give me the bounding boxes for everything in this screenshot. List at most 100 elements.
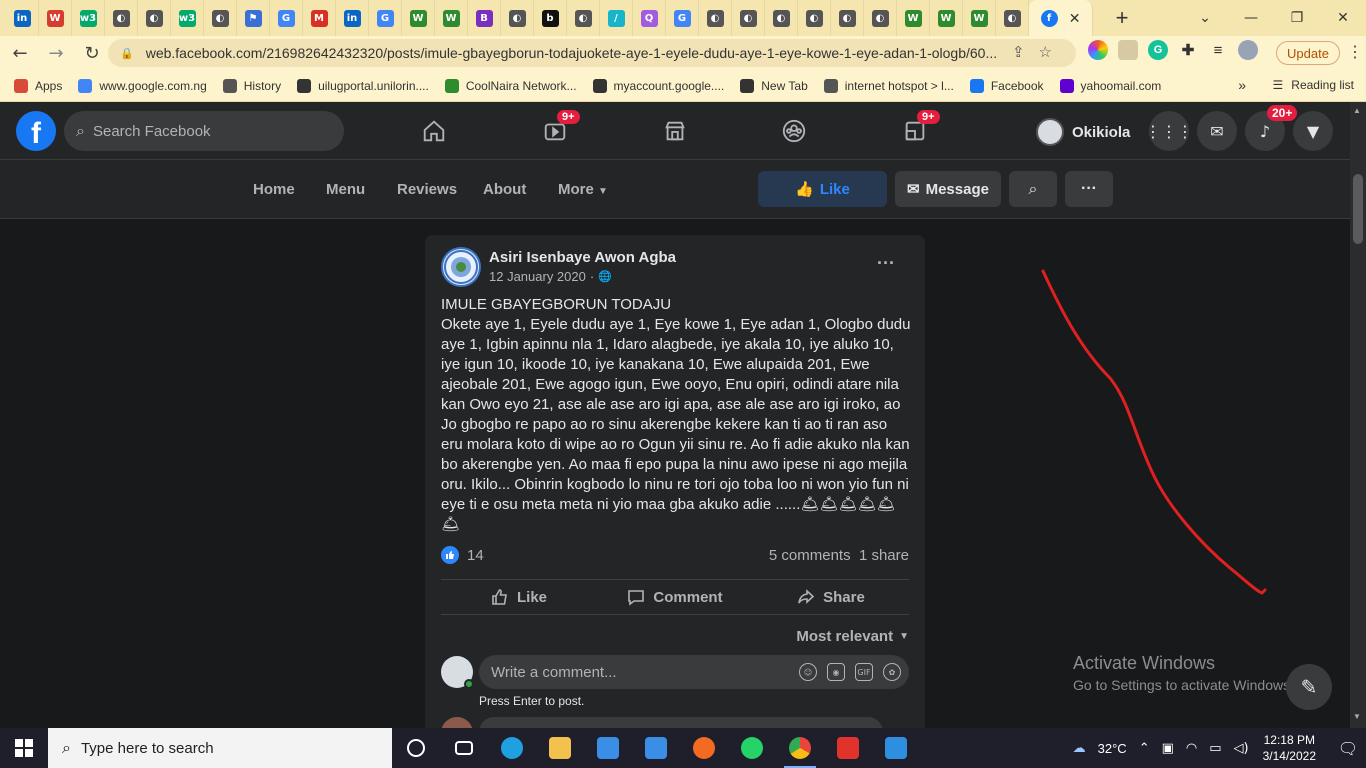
taskbar-app[interactable] [680, 728, 728, 768]
taskbar-app[interactable] [392, 728, 440, 768]
browser-tab[interactable]: W [897, 0, 930, 36]
browser-tab[interactable]: M [303, 0, 336, 36]
browser-tab[interactable]: W [930, 0, 963, 36]
grammarly-extension-icon[interactable]: G [1148, 40, 1168, 60]
facebook-search[interactable]: ⌕ [64, 111, 344, 151]
browser-tab[interactable]: B [468, 0, 501, 36]
shield-extension-icon[interactable] [1118, 40, 1138, 60]
emoji-icon[interactable]: ☺ [799, 663, 817, 681]
browser-tab[interactable]: w3 [171, 0, 204, 36]
action-center-icon[interactable]: 🗨 [1330, 739, 1366, 758]
comment-box[interactable]: ☺ ◉ GIF ✿ [479, 655, 909, 689]
browser-tab[interactable]: ◐ [996, 0, 1029, 36]
post-author[interactable]: Asiri Isenbaye Awon Agba [489, 249, 676, 266]
lock-icon[interactable]: 🔒 [120, 47, 134, 60]
page-avatar[interactable] [441, 247, 481, 287]
browser-tab[interactable]: W [402, 0, 435, 36]
post-options-icon[interactable]: ··· [877, 253, 895, 274]
comment-sort-dropdown[interactable]: Most relevant ▼ [796, 628, 909, 645]
browser-tab[interactable]: ◐ [204, 0, 237, 36]
browser-tab[interactable]: ◐ [105, 0, 138, 36]
bookmark-item[interactable]: internet hotspot > l... [823, 78, 954, 93]
url-text[interactable]: web.facebook.com/216982642432320/posts/i… [146, 45, 1026, 61]
restore-button[interactable]: ❐ [1274, 0, 1320, 36]
facebook-logo-icon[interactable]: f [16, 111, 56, 151]
tab-menu[interactable]: Menu [326, 181, 365, 198]
like-post-button[interactable]: Like [441, 580, 597, 614]
browser-tab[interactable]: ◐ [501, 0, 534, 36]
minimize-button[interactable]: — [1228, 0, 1274, 36]
browser-tab[interactable]: ◐ [798, 0, 831, 36]
browser-tab[interactable]: w3 [72, 0, 105, 36]
browser-tab[interactable]: ◐ [138, 0, 171, 36]
clock[interactable]: 12:18 PM 3/14/2022 [1263, 732, 1316, 764]
browser-tab[interactable]: b [534, 0, 567, 36]
gaming-nav-icon[interactable]: 9+ [895, 110, 940, 147]
like-page-button[interactable]: 👍 Like [758, 171, 887, 207]
profile-chip[interactable]: Okikiola [1036, 114, 1140, 150]
share-post-button[interactable]: Share [753, 580, 909, 614]
page-scrollbar[interactable]: ▲ ▼ [1350, 102, 1366, 728]
shares-count[interactable]: 1 share [859, 547, 909, 564]
taskbar-app[interactable] [632, 728, 680, 768]
facebook-search-input[interactable] [92, 122, 313, 140]
profile-avatar-icon[interactable] [1238, 40, 1258, 60]
message-page-button[interactable]: ✉ Message [895, 171, 1001, 207]
tab-search-dropdown[interactable]: ⌄ [1182, 0, 1228, 36]
close-window-button[interactable]: ✕ [1320, 0, 1366, 36]
post-date[interactable]: 12 January 2020 [489, 269, 586, 284]
notifications-bell-icon[interactable]: ♪ 20+ [1245, 105, 1298, 151]
new-message-compose-icon[interactable]: ✎ [1286, 664, 1332, 710]
tab-more[interactable]: More ▼ [558, 181, 608, 198]
taskbar-app[interactable] [440, 728, 488, 768]
taskbar-app[interactable] [824, 728, 872, 768]
color-picker-extension-icon[interactable] [1088, 40, 1108, 60]
bookmark-item[interactable]: www.google.com.ng [78, 78, 207, 93]
taskbar-app[interactable] [536, 728, 584, 768]
taskbar-app[interactable] [488, 728, 536, 768]
chrome-update-button[interactable]: Update [1276, 41, 1340, 65]
messenger-icon[interactable]: ✉ [1197, 111, 1237, 151]
reading-list-button[interactable]: ☰ Reading list [1273, 78, 1354, 92]
browser-tab[interactable]: / [600, 0, 633, 36]
browser-tab[interactable]: W [39, 0, 72, 36]
browser-tab[interactable]: G [369, 0, 402, 36]
battery-icon[interactable]: ▭ [1209, 741, 1221, 756]
bookmark-item[interactable]: myaccount.google.... [592, 78, 724, 93]
start-windows-icon[interactable] [0, 728, 48, 768]
camera-icon[interactable]: ◉ [827, 663, 845, 681]
commenter-avatar[interactable] [441, 656, 474, 689]
close-tab-icon[interactable]: ✕ [1069, 10, 1081, 27]
tab-reviews[interactable]: Reviews [397, 181, 457, 198]
bookmark-item[interactable]: Facebook [969, 78, 1044, 93]
volume-icon[interactable]: ◁) [1234, 741, 1249, 756]
browser-tab[interactable]: ◐ [765, 0, 798, 36]
browser-tab[interactable]: Q [633, 0, 666, 36]
bookmark-item[interactable]: yahoomail.com [1059, 78, 1161, 93]
taskbar-app[interactable] [584, 728, 632, 768]
page-search-icon[interactable]: ⌕ [1009, 171, 1057, 207]
weather-cloud-icon[interactable]: ☁ [1073, 741, 1086, 756]
taskbar-app[interactable] [728, 728, 776, 768]
watch-nav-icon[interactable]: 9+ [535, 110, 580, 147]
reload-button[interactable]: ↻ [76, 37, 108, 69]
browser-tab[interactable]: ◐ [567, 0, 600, 36]
tray-chevron-up-icon[interactable]: ⌃ [1139, 741, 1150, 756]
browser-tab-active[interactable]: f ✕ [1029, 0, 1093, 36]
chrome-menu-icon[interactable]: ⋮ [1347, 42, 1363, 62]
marketplace-nav-icon[interactable] [655, 115, 695, 147]
tab-about[interactable]: About [483, 181, 526, 198]
browser-tab[interactable]: ◐ [864, 0, 897, 36]
bookmark-item[interactable]: uilugportal.unilorin.... [297, 78, 429, 93]
browser-tab[interactable]: G [270, 0, 303, 36]
browser-tab[interactable]: ◐ [732, 0, 765, 36]
scroll-up-arrow-icon[interactable]: ▲ [1353, 106, 1361, 115]
taskbar-search[interactable]: ⌕ Type here to search [48, 728, 392, 768]
taskbar-app[interactable] [776, 728, 824, 768]
extensions-puzzle-icon[interactable]: ✚ [1178, 40, 1198, 60]
bookmarks-overflow-icon[interactable]: » [1238, 77, 1246, 93]
comment-post-button[interactable]: Comment [597, 580, 753, 614]
sticker-icon[interactable]: ✿ [883, 663, 901, 681]
browser-tab[interactable]: W [963, 0, 996, 36]
scroll-down-arrow-icon[interactable]: ▼ [1353, 712, 1361, 721]
